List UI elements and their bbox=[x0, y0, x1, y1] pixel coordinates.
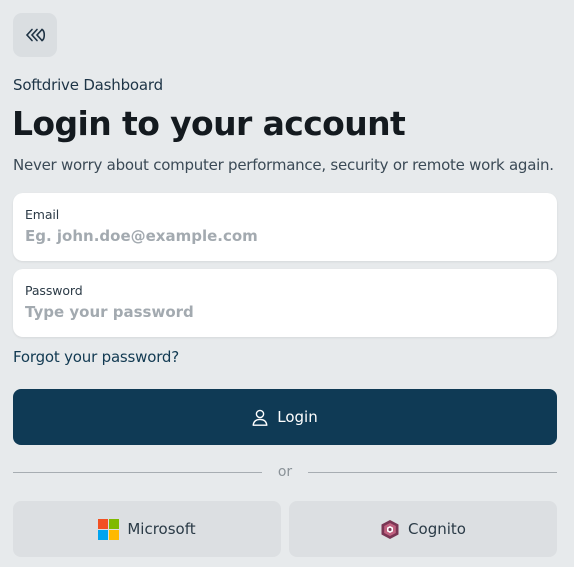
cognito-logo-icon bbox=[380, 519, 400, 540]
microsoft-button-label: Microsoft bbox=[127, 520, 196, 538]
password-input[interactable] bbox=[25, 303, 545, 321]
password-field[interactable]: Password bbox=[13, 269, 557, 337]
brand-name: Softdrive Dashboard bbox=[13, 76, 163, 94]
page-subtitle: Never worry about computer performance, … bbox=[13, 156, 554, 174]
email-input[interactable] bbox=[25, 227, 545, 245]
microsoft-login-button[interactable]: Microsoft bbox=[13, 501, 281, 557]
app-logo[interactable] bbox=[13, 13, 57, 57]
microsoft-logo-icon bbox=[98, 518, 120, 540]
login-button[interactable]: Login bbox=[13, 389, 557, 445]
cognito-button-label: Cognito bbox=[408, 520, 466, 538]
divider-line-right bbox=[308, 472, 557, 473]
password-label: Password bbox=[25, 283, 83, 298]
or-divider: or bbox=[13, 463, 557, 483]
forgot-password-link[interactable]: Forgot your password? bbox=[13, 348, 179, 366]
user-icon bbox=[252, 409, 268, 426]
cognito-login-button[interactable]: Cognito bbox=[289, 501, 557, 557]
page-title: Login to your account bbox=[12, 104, 406, 143]
email-field[interactable]: Email bbox=[13, 193, 557, 261]
softdrive-logo-icon bbox=[24, 28, 46, 42]
email-label: Email bbox=[25, 207, 60, 222]
login-button-label: Login bbox=[277, 408, 318, 426]
